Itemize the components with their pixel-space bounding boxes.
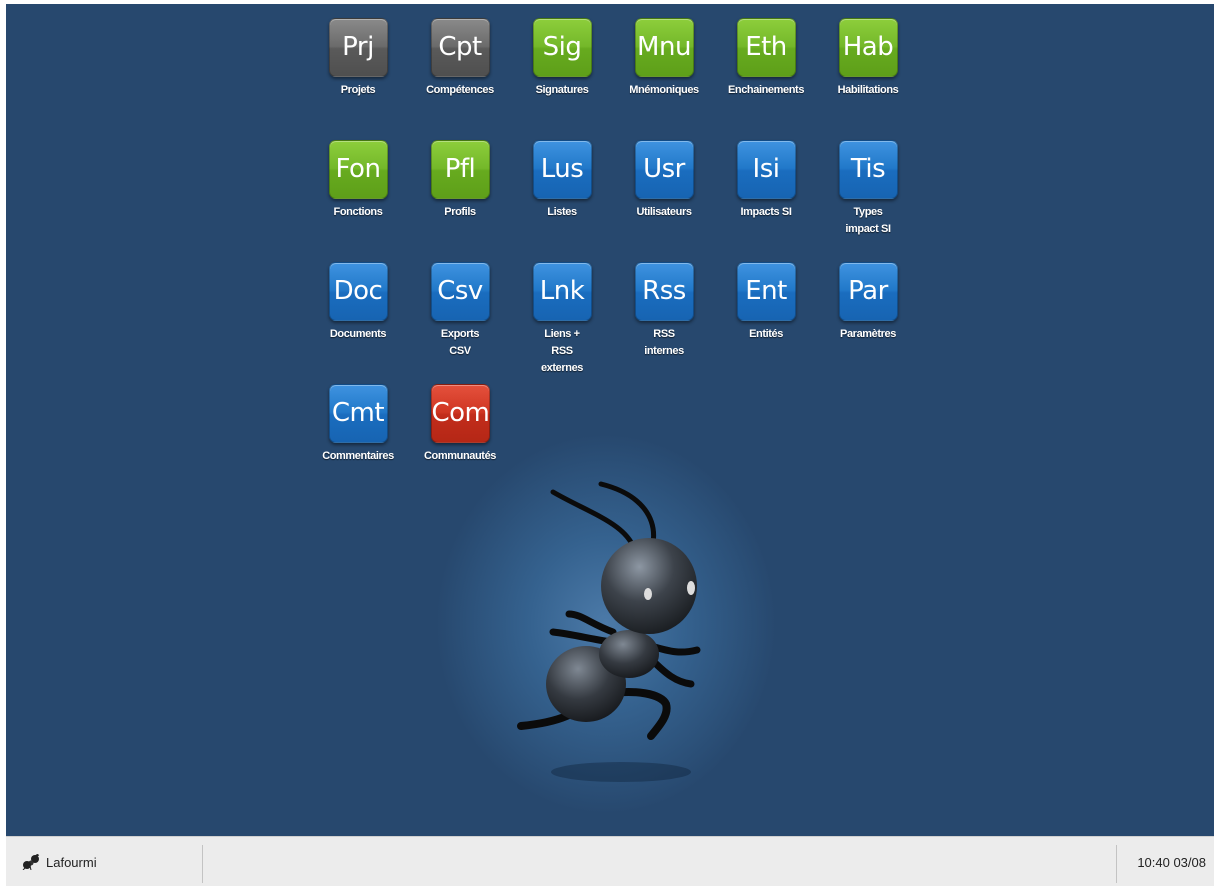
desktop-icon-sig[interactable]: Sig Signatures xyxy=(516,18,608,99)
lus-tile-icon: Lus xyxy=(532,140,592,199)
desktop-icon-tis[interactable]: Tis Types impact SI xyxy=(822,140,914,238)
start-button[interactable]: Lafourmi xyxy=(22,854,97,870)
desktop-icon-label: Entités xyxy=(749,328,783,340)
desktop-icon-lus[interactable]: Lus Listes xyxy=(516,140,608,221)
cmt-tile-icon: Cmt xyxy=(328,384,388,443)
taskbar-separator xyxy=(202,845,203,883)
lnk-tile-icon: Lnk xyxy=(532,262,592,321)
desktop-icon-cmt[interactable]: Cmt Commentaires xyxy=(312,384,404,465)
desktop-icon-label: Commentaires xyxy=(322,450,394,462)
desktop-icon-fon[interactable]: Fon Fonctions xyxy=(312,140,404,221)
sig-tile-icon: Sig xyxy=(532,18,592,77)
desktop-icon-par[interactable]: Par Paramètres xyxy=(822,262,914,343)
desktop-icon-label: Liens + RSS externes xyxy=(540,328,584,374)
desktop-icon-label: Listes xyxy=(547,206,577,218)
desktop-icon-hab[interactable]: Hab Habilitations xyxy=(822,18,914,99)
desktop-icon-pfl[interactable]: Pfl Profils xyxy=(414,140,506,221)
desktop-icon-usr[interactable]: Usr Utilisateurs xyxy=(618,140,710,221)
eth-tile-icon: Eth xyxy=(736,18,796,77)
tis-tile-icon: Tis xyxy=(838,140,898,199)
desktop-icon-label: Mnémoniques xyxy=(629,84,699,96)
prj-tile-icon: Prj xyxy=(328,18,388,77)
hab-tile-icon: Hab xyxy=(838,18,898,77)
desktop-icon-label: Signatures xyxy=(535,84,589,96)
desktop-icon-isi[interactable]: Isi Impacts SI xyxy=(720,140,812,221)
desktop-icon-eth[interactable]: Eth Enchainements xyxy=(720,18,812,99)
isi-tile-icon: Isi xyxy=(736,140,796,199)
par-tile-icon: Par xyxy=(838,262,898,321)
desktop-icon-label: Impacts SI xyxy=(740,206,792,218)
desktop-icon-cpt[interactable]: Cpt Compétences xyxy=(414,18,506,99)
doc-tile-icon: Doc xyxy=(328,262,388,321)
desktop: Prj Projets Cpt Compétences Sig Signatures Mnu… xyxy=(6,4,1214,836)
usr-tile-icon: Usr xyxy=(634,140,694,199)
desktop-icon-label: Paramètres xyxy=(840,328,896,340)
desktop-icon-label: RSS internes xyxy=(644,328,684,357)
desktop-icon-com[interactable]: Com Communautés xyxy=(414,384,506,465)
pfl-tile-icon: Pfl xyxy=(430,140,490,199)
com-tile-icon: Com xyxy=(430,384,490,443)
taskbar-separator xyxy=(1116,845,1117,883)
desktop-icon-label: Habilitations xyxy=(837,84,899,96)
cpt-tile-icon: Cpt xyxy=(430,18,490,77)
desktop-icon-csv[interactable]: Csv Exports CSV xyxy=(414,262,506,360)
desktop-icon-doc[interactable]: Doc Documents xyxy=(312,262,404,343)
ent-tile-icon: Ent xyxy=(736,262,796,321)
desktop-icon-lnk[interactable]: Lnk Liens + RSS externes xyxy=(516,262,608,377)
taskbar: Lafourmi 10:40 03/08 xyxy=(6,836,1214,886)
desktop-icon-label: Exports CSV xyxy=(440,328,480,357)
desktop-icon-rss[interactable]: Rss RSS internes xyxy=(618,262,710,360)
rss-tile-icon: Rss xyxy=(634,262,694,321)
clock: 10:40 03/08 xyxy=(1137,855,1206,870)
desktop-icon-label: Fonctions xyxy=(333,206,383,218)
desktop-icon-label: Communautés xyxy=(424,450,496,462)
desktop-icon-ent[interactable]: Ent Entités xyxy=(720,262,812,343)
csv-tile-icon: Csv xyxy=(430,262,490,321)
desktop-icon-label: Types impact SI xyxy=(845,206,891,235)
ant-icon xyxy=(22,854,40,870)
mnu-tile-icon: Mnu xyxy=(634,18,694,77)
desktop-icon-label: Utilisateurs xyxy=(636,206,692,218)
start-label: Lafourmi xyxy=(46,854,97,870)
desktop-icon-label: Profils xyxy=(444,206,476,218)
ant-mascot-icon xyxy=(517,481,701,782)
desktop-icon-label: Compétences xyxy=(426,84,494,96)
desktop-icon-mnu[interactable]: Mnu Mnémoniques xyxy=(618,18,710,99)
desktop-icon-label: Documents xyxy=(329,328,387,340)
desktop-icon-label: Projets xyxy=(340,84,376,96)
fon-tile-icon: Fon xyxy=(328,140,388,199)
desktop-icon-label: Enchainements xyxy=(727,84,805,96)
desktop-icon-prj[interactable]: Prj Projets xyxy=(312,18,404,99)
